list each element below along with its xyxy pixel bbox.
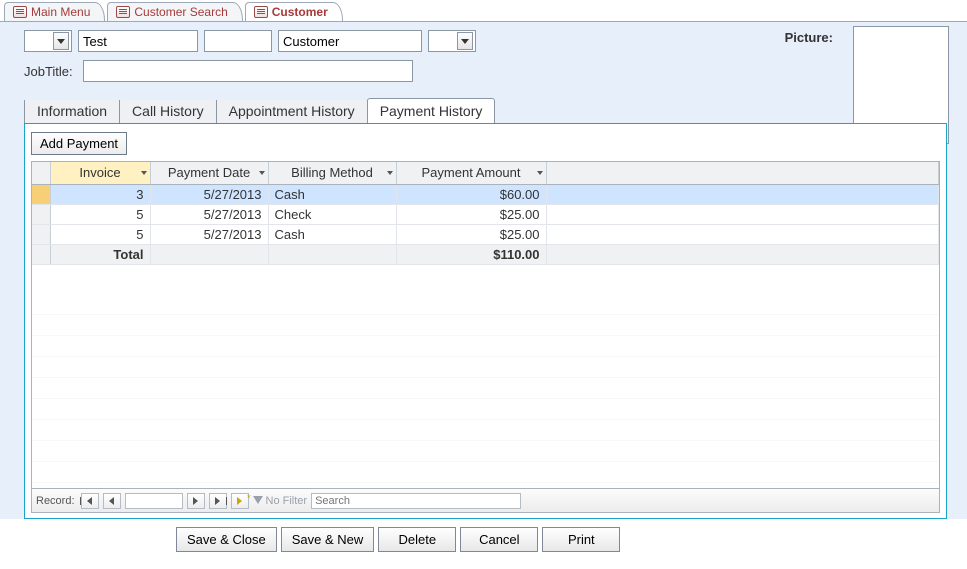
save-new-button[interactable]: Save & New [281,527,375,552]
doc-tab-customer-search[interactable]: Customer Search [107,2,242,21]
cell-method[interactable]: Check [268,204,396,224]
first-name-input[interactable] [78,30,198,52]
chevron-down-icon[interactable] [53,32,69,50]
cell-invoice[interactable]: 5 [50,224,150,244]
table-totals-row: Total $110.00 [32,244,939,264]
tab-payment-history[interactable]: Payment History [367,98,496,123]
chevron-down-icon [259,171,265,175]
picture-label: Picture: [785,30,833,45]
cell-date[interactable]: 5/27/2013 [150,204,268,224]
col-header-label: Payment Date [168,165,250,180]
col-header-label: Billing Method [291,165,373,180]
chevron-down-icon [537,171,543,175]
document-tab-bar: Main Menu Customer Search Customer [0,0,967,22]
save-close-button[interactable]: Save & Close [176,527,277,552]
cell-invoice[interactable]: 3 [50,184,150,204]
cell-date[interactable]: 5/27/2013 [150,184,268,204]
nav-last-button[interactable] [209,493,227,509]
add-payment-button[interactable]: Add Payment [31,132,127,155]
cell-method[interactable]: Cash [268,224,396,244]
totals-amount: $110.00 [396,244,546,264]
bottom-action-bar: Save & Close Save & New Delete Cancel Pr… [0,519,967,552]
prefix-combo[interactable] [24,30,72,52]
sub-tab-bar: Information Call History Appointment His… [24,98,947,123]
cell-date[interactable]: 5/27/2013 [150,224,268,244]
last-name-input[interactable] [278,30,422,52]
doc-tab-label: Customer [272,5,328,19]
prev-icon [109,497,114,505]
jobtitle-label: JobTitle: [24,64,73,79]
cell-amount[interactable]: $25.00 [396,204,546,224]
doc-tab-label: Customer Search [134,5,227,19]
form-icon [116,6,130,18]
tab-information[interactable]: Information [24,98,120,123]
col-header-label: Invoice [79,165,120,180]
tab-appointment-history[interactable]: Appointment History [216,98,368,123]
cell-blank [546,204,939,224]
recnav-search-input[interactable] [311,493,521,509]
suffix-combo[interactable] [428,30,476,52]
col-header-payment-amount[interactable]: Payment Amount [396,162,546,184]
jobtitle-row: JobTitle: [24,60,947,82]
first-icon [87,497,92,505]
totals-label: Total [50,244,150,264]
row-handle [32,244,50,264]
doc-tab-label: Main Menu [31,5,90,19]
record-position-input[interactable] [125,493,183,509]
row-handle[interactable] [32,184,50,204]
funnel-icon [253,496,263,506]
cell-blank [546,224,939,244]
totals-blank [268,244,396,264]
col-header-payment-date[interactable]: Payment Date [150,162,268,184]
chevron-down-icon [387,171,393,175]
cell-amount[interactable]: $25.00 [396,224,546,244]
tab-control-wrap: Information Call History Appointment His… [0,98,967,519]
tab-call-history[interactable]: Call History [119,98,217,123]
print-button[interactable]: Print [542,527,620,552]
nav-next-button[interactable] [187,493,205,509]
cell-method[interactable]: Cash [268,184,396,204]
doc-tab-customer[interactable]: Customer [245,2,343,21]
totals-blank [546,244,939,264]
doc-tab-main-menu[interactable]: Main Menu [4,2,105,21]
select-all-handle[interactable] [32,162,50,184]
cell-blank [546,184,939,204]
row-handle[interactable] [32,204,50,224]
middle-name-input[interactable] [204,30,272,52]
totals-blank [150,244,268,264]
col-header-invoice[interactable]: Invoice [50,162,150,184]
table-header-row: Invoice Payment Date Billing Method [32,162,939,184]
record-navigator: Record: No Filter [31,489,940,513]
payments-grid: Invoice Payment Date Billing Method [31,161,940,489]
last-icon [215,497,220,505]
new-record-icon [237,497,242,505]
form-icon [254,6,268,18]
col-header-label: Payment Amount [422,165,521,180]
chevron-down-icon[interactable] [457,32,473,50]
table-row[interactable]: 5 5/27/2013 Cash $25.00 [32,224,939,244]
grid-empty-area [32,294,939,488]
payments-table: Invoice Payment Date Billing Method [32,162,939,265]
next-icon [193,497,198,505]
table-row[interactable]: 3 5/27/2013 Cash $60.00 [32,184,939,204]
row-handle[interactable] [32,224,50,244]
nav-first-button[interactable] [81,493,99,509]
cell-invoice[interactable]: 5 [50,204,150,224]
cell-amount[interactable]: $60.00 [396,184,546,204]
delete-button[interactable]: Delete [378,527,456,552]
filter-text: No Filter [266,495,308,507]
nav-prev-button[interactable] [103,493,121,509]
cancel-button[interactable]: Cancel [460,527,538,552]
customer-header: JobTitle: Picture: [0,22,967,100]
jobtitle-input[interactable] [83,60,413,82]
col-header-billing-method[interactable]: Billing Method [268,162,396,184]
col-header-blank [546,162,939,184]
nav-new-button[interactable] [231,493,249,509]
recnav-label: Record: [36,495,75,507]
chevron-down-icon [141,171,147,175]
table-row[interactable]: 5 5/27/2013 Check $25.00 [32,204,939,224]
tab-body-payment-history: Add Payment Invoice [24,123,947,519]
filter-indicator[interactable]: No Filter [253,495,308,507]
form-icon [13,6,27,18]
